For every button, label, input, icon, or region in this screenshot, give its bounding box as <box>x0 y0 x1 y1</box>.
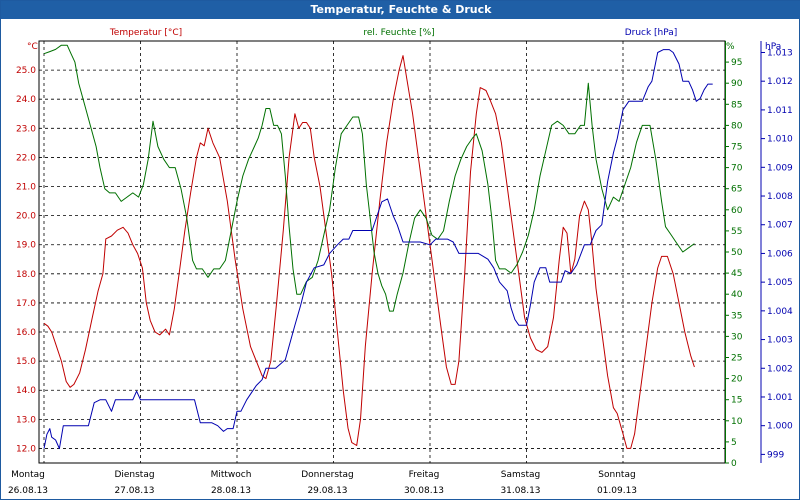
pressure-tick-label: 1.007 <box>767 221 793 231</box>
pressure-unit: hPa <box>765 42 781 52</box>
x-tick-date: 01.09.13 <box>597 486 637 496</box>
humidity-tick-label: 40 <box>731 290 743 300</box>
x-tick-date: 29.08.13 <box>307 486 347 496</box>
x-tick-day: Mittwoch <box>211 470 252 480</box>
humidity-tick-label: 50 <box>731 248 743 258</box>
humidity-tick-label: 65 <box>731 185 742 195</box>
temperature-tick-label: 13.0 <box>16 415 36 425</box>
temperature-tick-label: 21.0 <box>16 183 36 193</box>
series-line-temperature <box>43 55 695 449</box>
humidity-tick-label: 20 <box>731 375 743 385</box>
x-tick-day: Samstag <box>501 470 540 480</box>
pressure-tick-label: 999 <box>767 450 784 460</box>
pressure-tick-label: 1.008 <box>767 192 793 202</box>
humidity-tick-label: 45 <box>731 269 742 279</box>
humidity-tick-label: 35 <box>731 311 742 321</box>
x-tick-day: Sonntag <box>598 470 635 480</box>
pressure-tick-label: 1.011 <box>767 106 793 116</box>
temperature-tick-label: 22.0 <box>16 153 36 163</box>
temperature-tick-label: 23.0 <box>16 124 36 134</box>
temperature-tick-label: 24.0 <box>16 95 36 105</box>
weather-chart: 12.0 13.0 14.0 15.0 16.0 17.0 18.0 19.0 20.0 21.0… <box>8 28 793 496</box>
temperature-tick-label: 18.0 <box>16 270 36 280</box>
pressure-tick-label: 1.000 <box>767 422 793 432</box>
temperature-tick-label: 17.0 <box>16 299 36 309</box>
humidity-tick-label: 95 <box>731 58 742 68</box>
temperature-tick-label: 15.0 <box>16 357 36 367</box>
x-tick-date: 27.08.13 <box>114 486 154 496</box>
chart-window: Temperatur, Feuchte & Druck 12.0 13.0 14.0… <box>0 0 800 500</box>
temperature-tick-label: 25.0 <box>16 66 36 76</box>
x-tick-day: Donnerstag <box>301 470 354 480</box>
humidity-tick-label: 25 <box>731 354 742 364</box>
humidity-tick-label: 30 <box>731 332 743 342</box>
pressure-tick-label: 1.003 <box>767 336 793 346</box>
pressure-tick-label: 1.009 <box>767 163 793 173</box>
humidity-tick-label: 90 <box>731 79 743 89</box>
temperature-tick-label: 20.0 <box>16 212 36 222</box>
temperature-tick-label: 19.0 <box>16 241 36 251</box>
series-legend-1: Temperatur [°C] <box>109 28 182 38</box>
x-tick-day: Freitag <box>409 470 440 480</box>
humidity-tick-label: 60 <box>731 206 743 216</box>
humidity-tick-label: 85 <box>731 100 742 110</box>
pressure-tick-label: 1.001 <box>767 393 793 403</box>
humidity-tick-label: 80 <box>731 121 743 131</box>
x-tick-day: Montag <box>11 470 45 480</box>
x-tick-date: 31.08.13 <box>500 486 540 496</box>
humidity-tick-label: 15 <box>731 396 742 406</box>
pressure-tick-label: 1.002 <box>767 364 793 374</box>
pressure-tick-label: 1.006 <box>767 249 793 259</box>
humidity-tick-label: 55 <box>731 227 742 237</box>
temperature-tick-label: 14.0 <box>16 386 36 396</box>
series-legend-2: rel. Feuchte [%] <box>363 28 434 38</box>
pressure-tick-label: 1.012 <box>767 77 793 87</box>
humidity-tick-label: 75 <box>731 143 742 153</box>
pressure-tick-label: 1.004 <box>767 307 793 317</box>
humidity-unit: % <box>726 42 735 52</box>
temperature-unit: °C <box>27 42 38 52</box>
humidity-tick-label: 5 <box>731 438 737 448</box>
temperature-tick-label: 16.0 <box>16 328 36 338</box>
x-tick-date: 30.08.13 <box>404 486 444 496</box>
humidity-tick-label: 70 <box>731 164 743 174</box>
x-tick-date: 26.08.13 <box>8 486 48 496</box>
x-tick-date: 28.08.13 <box>211 486 251 496</box>
series-line-pressure <box>43 49 713 450</box>
series-legend-3: Druck [hPa] <box>625 28 678 38</box>
temperature-tick-label: 12.0 <box>16 444 36 454</box>
series-line-humidity <box>43 44 695 312</box>
pressure-tick-label: 1.010 <box>767 135 793 145</box>
pressure-tick-label: 1.005 <box>767 278 793 288</box>
x-tick-day: Dienstag <box>114 470 154 480</box>
humidity-tick-label: 10 <box>731 417 743 427</box>
humidity-tick-label: 0 <box>731 459 737 469</box>
